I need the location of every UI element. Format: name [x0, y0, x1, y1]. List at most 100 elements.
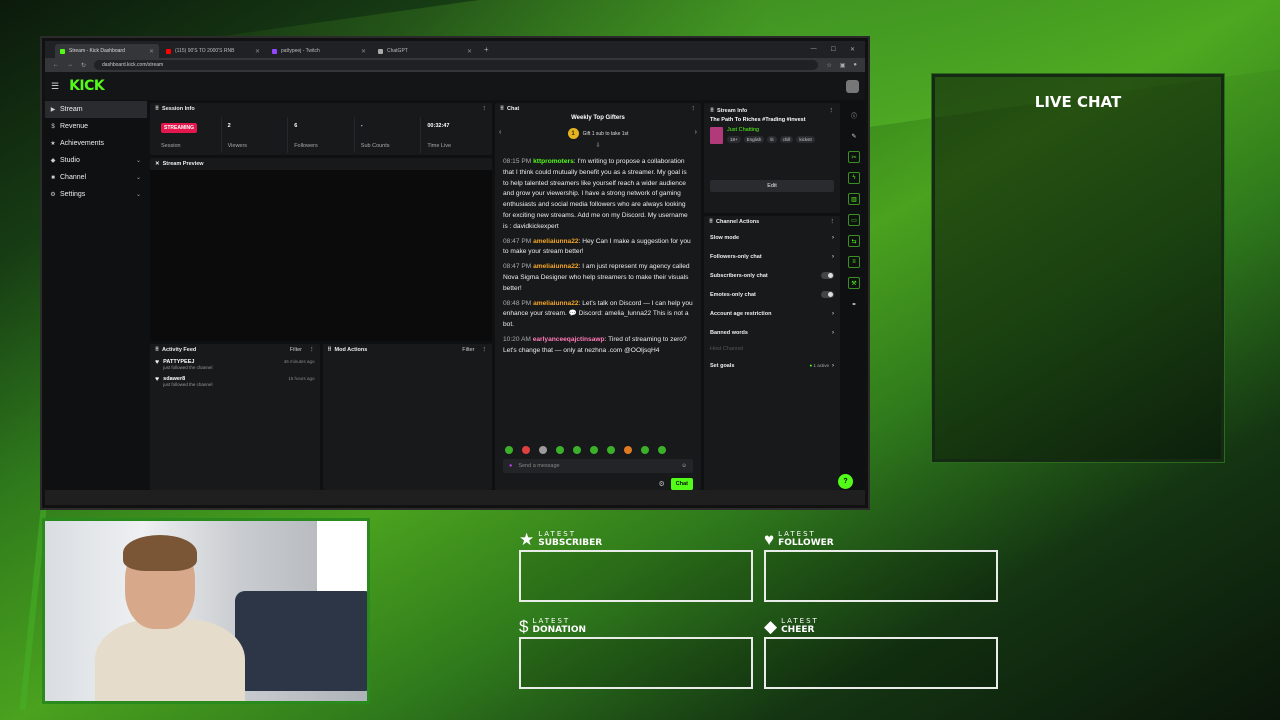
- new-tab-button[interactable]: +: [479, 45, 494, 54]
- sidebar-item-settings[interactable]: ⚙ Settings ⌄: [45, 186, 147, 203]
- channel-action-followers-only-chat[interactable]: Followers-only chat ›: [704, 247, 840, 266]
- emote-icon[interactable]: [522, 446, 530, 454]
- panel-drag-icon[interactable]: ⠿: [155, 106, 159, 112]
- lightning-icon[interactable]: ϟ: [848, 172, 860, 184]
- raid-icon[interactable]: ⇆: [848, 235, 860, 247]
- chat-username[interactable]: kttpromoters: [533, 158, 574, 165]
- toggle-switch[interactable]: [821, 272, 834, 279]
- chat-input[interactable]: ● Send a message ☺: [503, 459, 693, 473]
- panel-drag-icon[interactable]: ⠿: [710, 108, 714, 114]
- panel-drag-icon[interactable]: ⠿: [155, 347, 159, 353]
- emote-icon[interactable]: [573, 446, 581, 454]
- forward-icon[interactable]: →: [67, 62, 73, 68]
- more-icon[interactable]: ⋮: [309, 347, 315, 353]
- more-icon[interactable]: ⋮: [829, 108, 835, 114]
- info-icon[interactable]: ⓘ: [848, 109, 860, 121]
- emote-icon[interactable]: [590, 446, 598, 454]
- chat-username[interactable]: earlyanceeqajctinsawp: [533, 336, 605, 343]
- chat-username[interactable]: ameliaiunna22: [533, 238, 578, 245]
- emote-icon[interactable]: [658, 446, 666, 454]
- emote-icon[interactable]: [624, 446, 632, 454]
- tab-close-icon[interactable]: ✕: [149, 48, 154, 55]
- more-icon[interactable]: ⋮: [482, 106, 488, 112]
- clip-icon[interactable]: ✂: [848, 151, 860, 163]
- sidebar-item-channel[interactable]: ■ Channel ⌄: [45, 169, 147, 186]
- sidebar-item-revenue[interactable]: $ Revenue: [45, 118, 147, 135]
- chevron-right-icon[interactable]: ›: [695, 129, 697, 136]
- kick-logo[interactable]: KICK: [69, 78, 105, 94]
- toggle-switch[interactable]: [821, 291, 834, 298]
- tab-close-icon[interactable]: ✕: [467, 48, 472, 55]
- send-chat-button[interactable]: Chat: [670, 478, 693, 490]
- panel-drag-icon[interactable]: ⠿: [328, 347, 332, 353]
- channel-action-subscribers-only-chat[interactable]: Subscribers-only chat: [704, 266, 840, 285]
- chevron-right-icon: ›: [832, 234, 834, 241]
- activity-filter-button[interactable]: Filter: [290, 347, 302, 353]
- bookmark-star-icon[interactable]: ☆: [826, 62, 831, 69]
- link-icon[interactable]: ⚭: [848, 298, 860, 310]
- chat-username[interactable]: ameliaiunna22: [533, 263, 578, 270]
- tab-close-icon[interactable]: ✕: [255, 48, 260, 55]
- extensions-icon[interactable]: ▣: [840, 62, 846, 69]
- browser-tab[interactable]: pattypeej - Twitch ✕: [267, 44, 371, 58]
- channel-action-account-age-restriction[interactable]: Account age restriction ›: [704, 304, 840, 323]
- tag-list: 18+ English lit chill kickstr: [727, 136, 816, 143]
- sidebar-item-studio[interactable]: ◆ Studio ⌄: [45, 152, 147, 169]
- menu-icon[interactable]: ☰: [51, 81, 59, 92]
- stream-tag[interactable]: 18+: [727, 136, 741, 143]
- emote-icon[interactable]: [641, 446, 649, 454]
- stream-tag[interactable]: kickstr: [796, 136, 816, 143]
- reload-icon[interactable]: ↻: [81, 62, 86, 69]
- url-input[interactable]: dashboard.kick.com/stream: [94, 60, 819, 70]
- mic-icon[interactable]: ●: [509, 463, 512, 469]
- channel-action-slow-mode[interactable]: Slow mode ›: [704, 228, 840, 247]
- emote-icon[interactable]: [505, 446, 513, 454]
- message-icon[interactable]: ▭: [848, 214, 860, 226]
- channel-action-banned-words[interactable]: Banned words ›: [704, 323, 840, 342]
- more-icon[interactable]: ⋮: [830, 219, 836, 225]
- emote-icon[interactable]: [556, 446, 564, 454]
- browser-tab[interactable]: ChatGPT ✕: [373, 44, 477, 58]
- stream-tag[interactable]: English: [743, 136, 765, 143]
- more-icon[interactable]: ⋮: [482, 347, 488, 353]
- profile-icon[interactable]: ●: [853, 62, 857, 68]
- pin-icon[interactable]: ⇩: [495, 142, 701, 149]
- sidebar-item-achievements[interactable]: ★ Achievements: [45, 135, 147, 152]
- help-icon[interactable]: ?: [838, 474, 853, 489]
- trash-icon[interactable]: ▥: [848, 193, 860, 205]
- minimize-icon[interactable]: —: [811, 46, 817, 53]
- browser-tab[interactable]: (115) 90'S TO 2000'S RNB ✕: [161, 44, 265, 58]
- channel-action-emotes-only-chat[interactable]: Emotes-only chat: [704, 285, 840, 304]
- emoji-icon[interactable]: ☺: [681, 463, 687, 469]
- close-window-icon[interactable]: ✕: [850, 46, 855, 53]
- mod-filter-button[interactable]: Filter: [462, 347, 474, 353]
- stream-preview-video[interactable]: [150, 170, 492, 341]
- address-bar-row: ← → ↻ dashboard.kick.com/stream ☆ ▣ ●: [45, 58, 865, 72]
- pencil-icon[interactable]: ✎: [848, 130, 860, 142]
- chevron-left-icon[interactable]: ‹: [499, 129, 501, 136]
- stream-tag[interactable]: lit: [767, 136, 777, 143]
- chat-settings-icon[interactable]: ⚙: [658, 480, 664, 488]
- more-icon[interactable]: ⋮: [691, 106, 697, 112]
- wrench-icon[interactable]: ⚒: [848, 277, 860, 289]
- panel-drag-icon[interactable]: ⠿: [500, 106, 504, 112]
- emote-icon[interactable]: [539, 446, 547, 454]
- emote-icon[interactable]: [607, 446, 615, 454]
- panel-drag-icon[interactable]: ⠿: [709, 219, 713, 225]
- sidebar-item-stream[interactable]: ▶ Stream: [45, 101, 147, 118]
- chat-header: ⠿ Chat ⋮: [495, 103, 701, 115]
- tab-close-icon[interactable]: ✕: [361, 48, 366, 55]
- chat-text: : I'm writing to propose a collaboration…: [503, 158, 688, 230]
- close-icon[interactable]: ✕: [155, 161, 160, 167]
- browser-tab[interactable]: Stream - Kick Dashboard ✕: [55, 44, 159, 58]
- list-icon[interactable]: ≡: [848, 256, 860, 268]
- edit-stream-button[interactable]: Edit: [710, 180, 834, 192]
- back-icon[interactable]: ←: [53, 62, 59, 68]
- stream-tag[interactable]: chill: [779, 136, 794, 143]
- maximize-icon[interactable]: ☐: [831, 46, 836, 53]
- category-name[interactable]: Just Chatting: [727, 127, 815, 133]
- user-avatar[interactable]: [846, 79, 859, 93]
- channel-action-set-goals[interactable]: Set goals ● 1 active ›: [704, 356, 840, 375]
- chat-time: 08:47 PM: [503, 263, 532, 271]
- chat-username[interactable]: ameliaiunna22: [533, 300, 578, 307]
